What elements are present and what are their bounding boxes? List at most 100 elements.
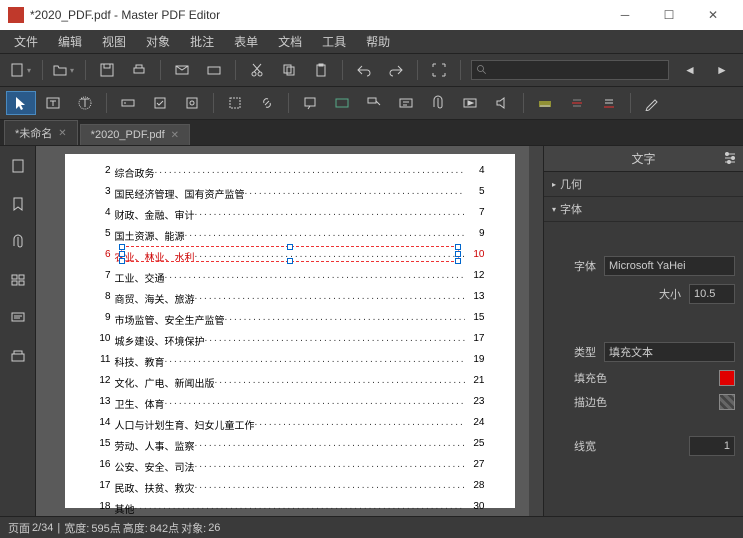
- toc-line[interactable]: 5国土资源、能源................................…: [95, 225, 485, 246]
- form-text-tool[interactable]: [113, 91, 143, 115]
- close-icon[interactable]: ✕: [58, 128, 66, 139]
- callout-tool[interactable]: [359, 91, 389, 115]
- toc-line[interactable]: 2综合政务...................................…: [95, 162, 485, 183]
- hl-yellow-tool[interactable]: [530, 91, 560, 115]
- toc-line[interactable]: 9市场监管、安全生产监管............................…: [95, 309, 485, 330]
- select-tool[interactable]: [6, 91, 36, 115]
- copy-button[interactable]: [274, 58, 304, 82]
- attachments-button[interactable]: [6, 230, 30, 254]
- search-next-button[interactable]: ►: [707, 58, 737, 82]
- toc-line[interactable]: 6农业、林业、水利...............................…: [95, 246, 485, 267]
- section-geometry[interactable]: ▸几何: [544, 172, 743, 197]
- video-tool[interactable]: [455, 91, 485, 115]
- toolbar-tools: [0, 87, 743, 120]
- open-button[interactable]: ▾: [49, 58, 79, 82]
- toc-line[interactable]: 17民政、扶贫、救灾..............................…: [95, 477, 485, 498]
- linewidth-field[interactable]: 1: [689, 436, 735, 456]
- pencil-tool[interactable]: [637, 91, 667, 115]
- form-radio-tool[interactable]: [177, 91, 207, 115]
- form-check-tool[interactable]: [145, 91, 175, 115]
- resize-handle[interactable]: [287, 244, 293, 250]
- highlight-tool[interactable]: [220, 91, 250, 115]
- fields-button[interactable]: [6, 268, 30, 292]
- toc-line[interactable]: 8商贸、海关、旅游...............................…: [95, 288, 485, 309]
- menu-object[interactable]: 对象: [138, 31, 178, 52]
- toc-line[interactable]: 18其他....................................…: [95, 498, 485, 516]
- section-font[interactable]: ▾字体: [544, 197, 743, 222]
- bookmarks-button[interactable]: [6, 192, 30, 216]
- print-button[interactable]: [124, 58, 154, 82]
- edit-text-tool[interactable]: [70, 91, 100, 115]
- resize-handle[interactable]: [287, 258, 293, 264]
- minimize-button[interactable]: ─: [603, 0, 647, 30]
- menu-help[interactable]: 帮助: [358, 31, 398, 52]
- resize-handle[interactable]: [119, 258, 125, 264]
- toc-line[interactable]: 16公安、安全、司法..............................…: [95, 456, 485, 477]
- link-tool[interactable]: [252, 91, 282, 115]
- redo-button[interactable]: [381, 58, 411, 82]
- scan-button[interactable]: [199, 58, 229, 82]
- resize-handle[interactable]: [455, 251, 461, 257]
- window-title: *2020_PDF.pdf - Master PDF Editor: [30, 8, 603, 22]
- resize-handle[interactable]: [119, 244, 125, 250]
- zoom-fit-button[interactable]: [424, 58, 454, 82]
- strike-tool[interactable]: [562, 91, 592, 115]
- textbox-tool[interactable]: [391, 91, 421, 115]
- paste-button[interactable]: [306, 58, 336, 82]
- menubar: 文件 编辑 视图 对象 批注 表单 文档 工具 帮助: [0, 30, 743, 54]
- comments-button[interactable]: [6, 306, 30, 330]
- resize-handle[interactable]: [455, 258, 461, 264]
- type-label: 类型: [574, 344, 596, 360]
- toc-line[interactable]: 12文化、广电、新闻出版............................…: [95, 372, 485, 393]
- sound-tool[interactable]: [487, 91, 517, 115]
- note-tool[interactable]: [295, 91, 325, 115]
- toc-line[interactable]: 10城乡建设、环境保护.............................…: [95, 330, 485, 351]
- text-tool[interactable]: [38, 91, 68, 115]
- thumbnails-button[interactable]: [6, 154, 30, 178]
- save-button[interactable]: [92, 58, 122, 82]
- menu-form[interactable]: 表单: [226, 31, 266, 52]
- attach-tool[interactable]: [423, 91, 453, 115]
- menu-annotate[interactable]: 批注: [182, 31, 222, 52]
- search-input[interactable]: [471, 60, 669, 80]
- panel-header: 文字: [544, 146, 743, 172]
- cut-button[interactable]: [242, 58, 272, 82]
- menu-file[interactable]: 文件: [6, 31, 46, 52]
- close-button[interactable]: ✕: [691, 0, 735, 30]
- toc-line[interactable]: 15劳动、人事、监察..............................…: [95, 435, 485, 456]
- stamp-tool[interactable]: [327, 91, 357, 115]
- close-icon[interactable]: ✕: [171, 130, 179, 141]
- toc-line[interactable]: 13卫生、体育.................................…: [95, 393, 485, 414]
- tab-untitled[interactable]: *未命名✕: [4, 120, 78, 145]
- layers-button[interactable]: [6, 344, 30, 368]
- toc-line[interactable]: 4财政、金融、审计...............................…: [95, 204, 485, 225]
- mail-button[interactable]: [167, 58, 197, 82]
- selection-box[interactable]: [121, 246, 459, 262]
- maximize-button[interactable]: ☐: [647, 0, 691, 30]
- vertical-scrollbar[interactable]: [529, 146, 543, 516]
- toc-line[interactable]: 14人口与计划生育、妇女儿童工作........................…: [95, 414, 485, 435]
- app-logo-icon: [8, 7, 24, 23]
- settings-icon[interactable]: [723, 150, 737, 167]
- toc-line[interactable]: 7工业、交通..................................…: [95, 267, 485, 288]
- toc-line[interactable]: 11科技、教育.................................…: [95, 351, 485, 372]
- font-field[interactable]: Microsoft YaHei: [604, 256, 735, 276]
- stroke-color-swatch[interactable]: [719, 394, 735, 410]
- menu-tool[interactable]: 工具: [314, 31, 354, 52]
- new-button[interactable]: ▾: [6, 58, 36, 82]
- menu-edit[interactable]: 编辑: [50, 31, 90, 52]
- undo-button[interactable]: [349, 58, 379, 82]
- search-prev-button[interactable]: ◄: [675, 58, 705, 82]
- tab-document[interactable]: *2020_PDF.pdf✕: [80, 124, 190, 145]
- toc-line[interactable]: 3国民经济管理、国有资产监管..........................…: [95, 183, 485, 204]
- left-sidebar: [0, 146, 36, 516]
- size-field[interactable]: 10.5: [689, 284, 735, 304]
- type-field[interactable]: 填充文本: [604, 342, 735, 362]
- document-view[interactable]: 2综合政务...................................…: [36, 146, 543, 516]
- menu-view[interactable]: 视图: [94, 31, 134, 52]
- menu-document[interactable]: 文档: [270, 31, 310, 52]
- fill-color-swatch[interactable]: [719, 370, 735, 386]
- resize-handle[interactable]: [119, 251, 125, 257]
- resize-handle[interactable]: [455, 244, 461, 250]
- underline-tool[interactable]: [594, 91, 624, 115]
